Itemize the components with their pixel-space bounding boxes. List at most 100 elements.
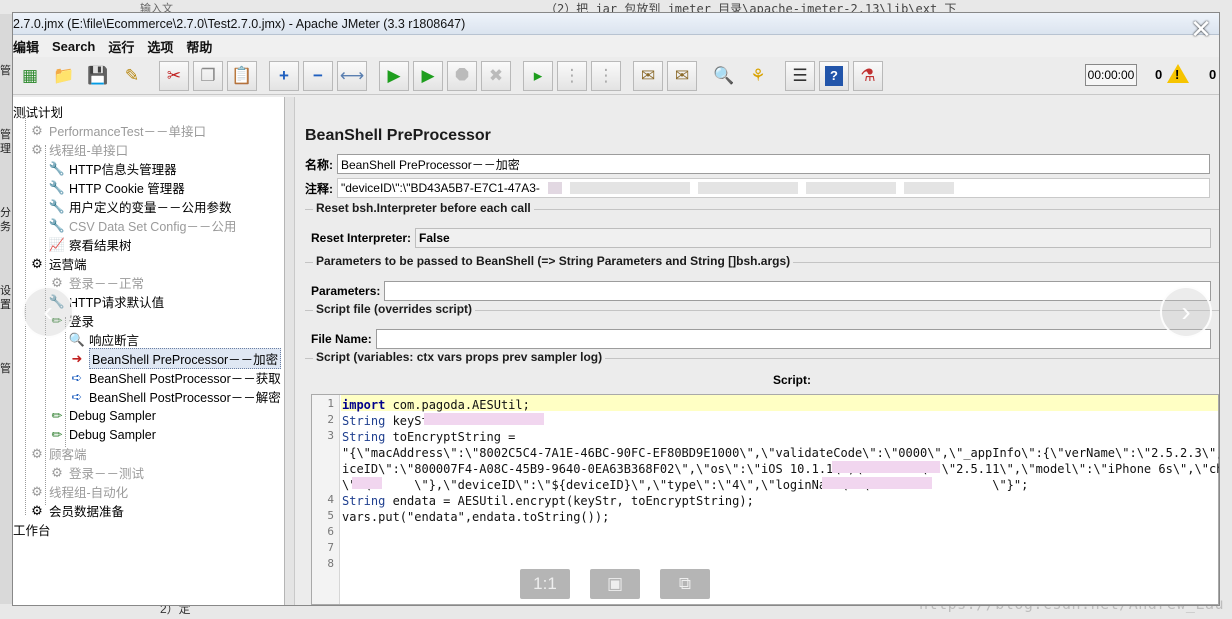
reset-search-button[interactable]: ⚘ bbox=[743, 61, 773, 91]
tree-node[interactable]: ⚙ PerformanceTest－－单接口 bbox=[29, 121, 206, 140]
name-field[interactable]: BeanShell PreProcessor－－加密 bbox=[337, 154, 1210, 174]
redacted-area bbox=[424, 413, 544, 425]
redacted-area bbox=[903, 182, 954, 194]
panel-title: BeanShell PreProcessor bbox=[305, 127, 491, 144]
actual-size-button[interactable]: 1:1 bbox=[520, 569, 570, 599]
menu-run[interactable]: 运行 bbox=[108, 37, 134, 56]
tree-node[interactable]: ➜ BeanShell PreProcessor－－加密 bbox=[69, 348, 282, 369]
line-number: 3 bbox=[327, 429, 334, 442]
tree-node[interactable]: 🔧 用户定义的变量－－公用参数 bbox=[49, 197, 232, 216]
tree-node[interactable]: 🔍 响应断言 bbox=[69, 330, 139, 349]
search-button[interactable]: 🔍 bbox=[709, 61, 739, 91]
close-viewer-button[interactable]: ✕ bbox=[1190, 16, 1212, 42]
log-viewer-button[interactable]: ⚗ bbox=[853, 60, 883, 91]
function-helper-button[interactable]: ☰ bbox=[785, 60, 815, 91]
gear-icon: ⚙ bbox=[31, 502, 43, 518]
shutdown-button[interactable]: ✖ bbox=[481, 60, 511, 91]
tree-node[interactable]: 测试计划 bbox=[13, 102, 63, 121]
tree-node[interactable]: ➪ BeanShell PostProcessor－－获取 bbox=[69, 368, 281, 387]
tree-node[interactable]: ⚙ 线程组-自动化 bbox=[29, 482, 128, 501]
templates-button[interactable]: ▦ bbox=[15, 61, 45, 91]
collapse-button[interactable]: − bbox=[303, 60, 333, 91]
remote-stop-button[interactable]: ⋮ bbox=[557, 60, 587, 91]
redacted-area bbox=[352, 477, 382, 489]
pipette-icon: ✏ bbox=[51, 407, 63, 423]
tree-node[interactable]: 📈 察看结果树 bbox=[49, 235, 132, 254]
remote-start-button[interactable]: ▸ bbox=[523, 60, 553, 91]
error-count: 0 bbox=[1155, 67, 1163, 82]
help-button[interactable]: ? bbox=[819, 60, 849, 91]
log-icon: ⚗ bbox=[860, 65, 876, 85]
edit-icon: ✎ bbox=[124, 65, 140, 85]
tree-node[interactable]: 🔧 HTTP Cookie 管理器 bbox=[49, 178, 185, 197]
start-no-pauses-button[interactable]: ▶ bbox=[413, 60, 443, 91]
screenshot-root: { "background": { "top_text": "（2）把 jar … bbox=[0, 0, 1232, 619]
plus-icon: + bbox=[279, 65, 289, 85]
tree-node[interactable]: ⚙ 线程组-单接口 bbox=[29, 140, 128, 159]
broom-all-icon: ✉ bbox=[674, 65, 690, 85]
tree-node[interactable]: ➪ BeanShell PostProcessor－－解密 bbox=[69, 387, 281, 406]
split-pane-divider[interactable] bbox=[285, 97, 295, 605]
start-button[interactable]: ▶ bbox=[379, 60, 409, 91]
file-name-input[interactable] bbox=[375, 329, 1211, 349]
tree-node[interactable]: ✏ Debug Sampler bbox=[49, 406, 156, 425]
tree-node[interactable]: 工作台 bbox=[13, 520, 51, 539]
name-row: 名称: BeanShell PreProcessor－－加密 bbox=[305, 154, 1210, 174]
open-button[interactable]: 📁 bbox=[49, 61, 79, 91]
warning-icon[interactable] bbox=[1167, 64, 1189, 83]
tree-node[interactable]: ⚙ 登录－－正常 bbox=[49, 273, 144, 292]
tree-node[interactable]: ⚙ 会员数据准备 bbox=[29, 501, 124, 520]
tree-node[interactable]: ⚙ 顾客端 bbox=[29, 444, 86, 463]
tree-node[interactable]: ✏ Debug Sampler bbox=[49, 425, 156, 444]
code-line: "{\"macAddress\":\"8002C5C4-7A1E-46BC-90… bbox=[342, 446, 1219, 460]
tree-node-label: 会员数据准备 bbox=[49, 505, 125, 519]
parameters-input[interactable] bbox=[384, 281, 1211, 301]
name-label: 名称: bbox=[305, 157, 333, 172]
redacted-area bbox=[805, 182, 896, 194]
clear-button[interactable]: ✉ bbox=[633, 60, 663, 91]
actual-size-label: 1:1 bbox=[533, 574, 557, 593]
redacted-area bbox=[697, 182, 798, 194]
copy-button[interactable]: ❐ bbox=[193, 60, 223, 91]
previous-image-button[interactable]: ‹ bbox=[22, 286, 74, 338]
toggle-button[interactable]: ⟷ bbox=[337, 60, 367, 91]
line-number: 7 bbox=[327, 541, 334, 554]
script-editor[interactable]: 1 import com.pagoda.AESUtil; 2 String keySt… bbox=[311, 394, 1219, 605]
thread-count: 0 bbox=[1209, 67, 1217, 82]
clear-all-button[interactable]: ✉ bbox=[667, 60, 697, 91]
tree-node[interactable]: 🔧 HTTP信息头管理器 bbox=[49, 159, 177, 178]
reset-row: Reset Interpreter: False bbox=[311, 228, 1211, 248]
gear-icon: ⚙ bbox=[51, 464, 63, 480]
remote-play-icon: ▸ bbox=[533, 65, 543, 85]
line-number: 5 bbox=[327, 509, 334, 522]
fit-screen-icon: ▣ bbox=[606, 574, 624, 593]
menu-options[interactable]: 选项 bbox=[147, 37, 173, 56]
tree-node-label: Debug Sampler bbox=[69, 427, 156, 442]
next-image-button[interactable]: › bbox=[1160, 286, 1212, 338]
comment-field[interactable]: "deviceID\":\"BD43A5B7-E7C1-47A3- bbox=[337, 178, 1210, 198]
tree-node-label: PerformanceTest－－单接口 bbox=[49, 125, 206, 139]
remote-shutdown-button[interactable]: ⋮ bbox=[591, 60, 621, 91]
save-button[interactable]: 💾 bbox=[83, 61, 113, 91]
reset-interpreter-select[interactable]: False bbox=[415, 228, 1211, 248]
menu-help[interactable]: 帮助 bbox=[186, 37, 212, 56]
wrench-icon: 🔧 bbox=[48, 160, 66, 176]
expand-button[interactable]: + bbox=[269, 60, 299, 91]
open-original-icon: ⧉ bbox=[678, 574, 692, 593]
line-number: 6 bbox=[327, 525, 334, 538]
save-screen-button[interactable]: ✎ bbox=[117, 61, 147, 91]
close-icon: ✕ bbox=[1190, 14, 1212, 44]
paste-button[interactable]: 📋 bbox=[227, 60, 257, 91]
tree-node[interactable]: ⚙ 运营端 bbox=[29, 254, 86, 273]
test-plan-tree[interactable]: 测试计划 ⚙ PerformanceTest－－单接口 ⚙ 线程组-单接口 🔧 HTTP信息… bbox=[13, 97, 285, 605]
fit-screen-button[interactable]: ▣ bbox=[590, 569, 640, 599]
menu-search[interactable]: Search bbox=[52, 39, 95, 54]
cut-button[interactable]: ✂ bbox=[159, 60, 189, 91]
stop-button[interactable]: ⯃ bbox=[447, 60, 477, 91]
tree-node[interactable]: 🔧 CSV Data Set Config－－公用 bbox=[49, 216, 237, 235]
tree-node-label: 线程组-自动化 bbox=[49, 486, 129, 500]
menu-edit[interactable]: 编辑 bbox=[13, 37, 39, 56]
open-original-button[interactable]: ⧉ bbox=[660, 569, 710, 599]
tree-node[interactable]: ⚙ 登录－－测试 bbox=[49, 463, 144, 482]
binoculars-icon: 🔍 bbox=[713, 65, 735, 85]
